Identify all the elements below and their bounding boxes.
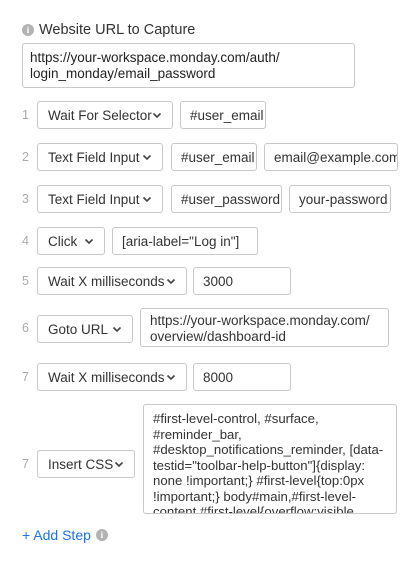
chevron-down-icon [166,374,176,381]
step-number: 1 [22,108,29,122]
step-value-input[interactable]: email@example.com [264,143,398,171]
website-url-input[interactable]: https://your-workspace.monday.com/auth/ … [22,43,355,88]
step-number: 5 [22,274,29,288]
step-selector-input[interactable]: [aria-label="Log in"] [112,227,258,255]
chevron-down-icon [142,196,152,203]
step-number: 6 [22,321,29,335]
step-action-select[interactable]: Wait For Selector [37,101,173,129]
chevron-down-icon [142,154,152,161]
step-action-select[interactable]: Insert CSS [37,450,135,478]
step-number: 2 [22,150,29,164]
step-action-select[interactable]: Wait X milliseconds [37,363,187,391]
step-selector-input[interactable]: #user_email [171,143,257,171]
step-value-input[interactable]: your-password [289,185,391,213]
chevron-down-icon [114,461,124,468]
url-header: i Website URL to Capture [22,22,195,38]
step-selector-input[interactable]: #user_email [180,101,266,129]
step-number: 4 [22,234,29,248]
chevron-down-icon [166,278,176,285]
step-selector-input[interactable]: #user_password [171,185,282,213]
step-action-label: Goto URL [48,321,109,337]
step-action-label: Wait X milliseconds [48,369,165,385]
step-number: 3 [22,192,29,206]
step-action-label: Wait X milliseconds [48,273,165,289]
add-step-button[interactable]: + Add Step [22,527,91,543]
step-action-label: Click [48,233,78,249]
step-url-input[interactable]: https://your-workspace.monday.com/ overv… [140,308,389,347]
chevron-down-icon [84,238,94,245]
step-action-label: Wait For Selector [48,107,152,123]
step-css-textarea[interactable]: #first-level-control, #surface, #reminde… [143,404,397,514]
chevron-down-icon [152,112,162,119]
step-action-label: Text Field Input [48,149,140,165]
info-icon[interactable]: i [22,24,34,36]
step-action-select[interactable]: Text Field Input [37,185,163,213]
step-action-label: Text Field Input [48,191,140,207]
step-action-label: Insert CSS [48,456,114,472]
info-icon[interactable]: i [95,529,108,541]
step-action-select[interactable]: Text Field Input [37,143,163,171]
step-number: 7 [22,370,29,384]
step-action-select[interactable]: Wait X milliseconds [37,267,187,295]
step-value-input[interactable]: 8000 [193,363,291,391]
step-action-select[interactable]: Click [37,227,105,255]
url-header-label: Website URL to Capture [39,22,196,38]
chevron-down-icon [112,326,122,333]
step-number: 7 [22,457,29,471]
step-value-input[interactable]: 3000 [193,267,291,295]
step-action-select[interactable]: Goto URL [37,315,133,343]
add-step-row: + Add Step i [22,527,108,543]
